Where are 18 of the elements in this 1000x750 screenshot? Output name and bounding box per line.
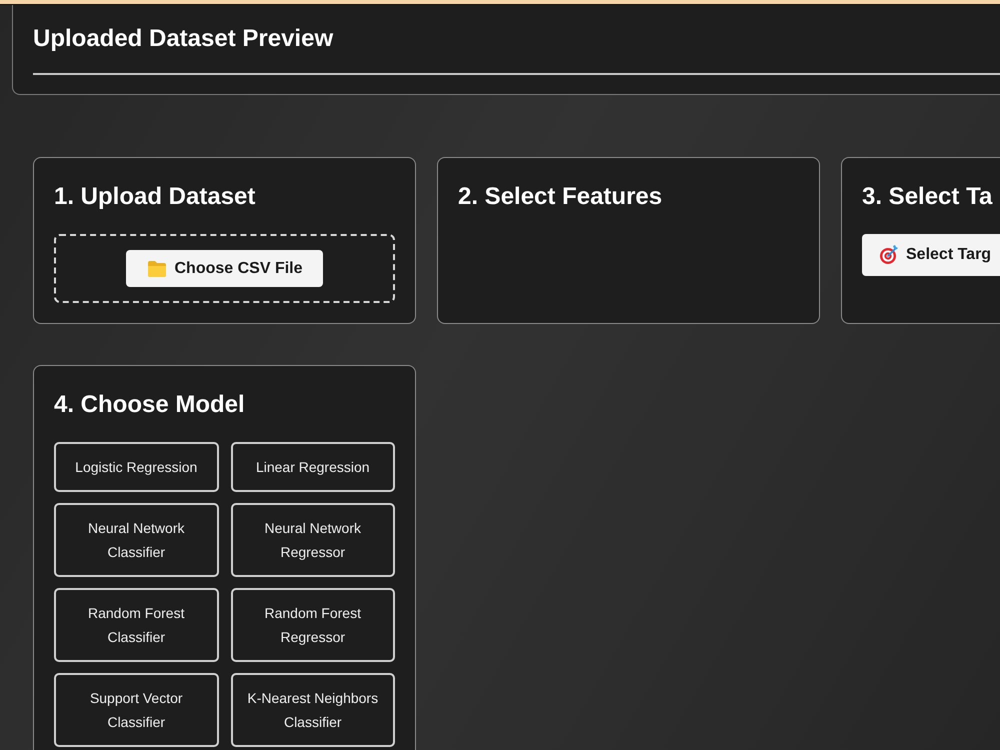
folder-icon	[148, 260, 166, 276]
card-title: 4. Choose Model	[54, 390, 245, 419]
model-button[interactable]: Random Forest Classifier	[54, 588, 218, 662]
choose-file-button[interactable]: Choose CSV File	[126, 250, 323, 287]
model-button[interactable]: Linear Regression	[230, 442, 395, 492]
model-button[interactable]: Random Forest Regressor	[230, 588, 395, 662]
model-button[interactable]: K-Nearest Neighbors Classifier	[230, 673, 395, 747]
model-button[interactable]: Logistic Regression	[54, 442, 218, 492]
card-title: 2. Select Features	[458, 182, 662, 211]
model-button[interactable]: Neural Network Regressor	[230, 503, 395, 577]
drop-zone[interactable]: Choose CSV File	[54, 234, 395, 303]
model-button[interactable]: Neural Network Classifier	[54, 503, 218, 577]
card-title: 3. Select Ta	[862, 182, 992, 211]
card-title: 1. Upload Dataset	[54, 182, 256, 211]
select-target-button[interactable]: Select Targ	[862, 234, 1000, 276]
model-button[interactable]: Support Vector Classifier	[54, 673, 218, 747]
target-icon	[879, 245, 899, 264]
page-title: Uploaded Dataset Preview	[33, 24, 334, 53]
